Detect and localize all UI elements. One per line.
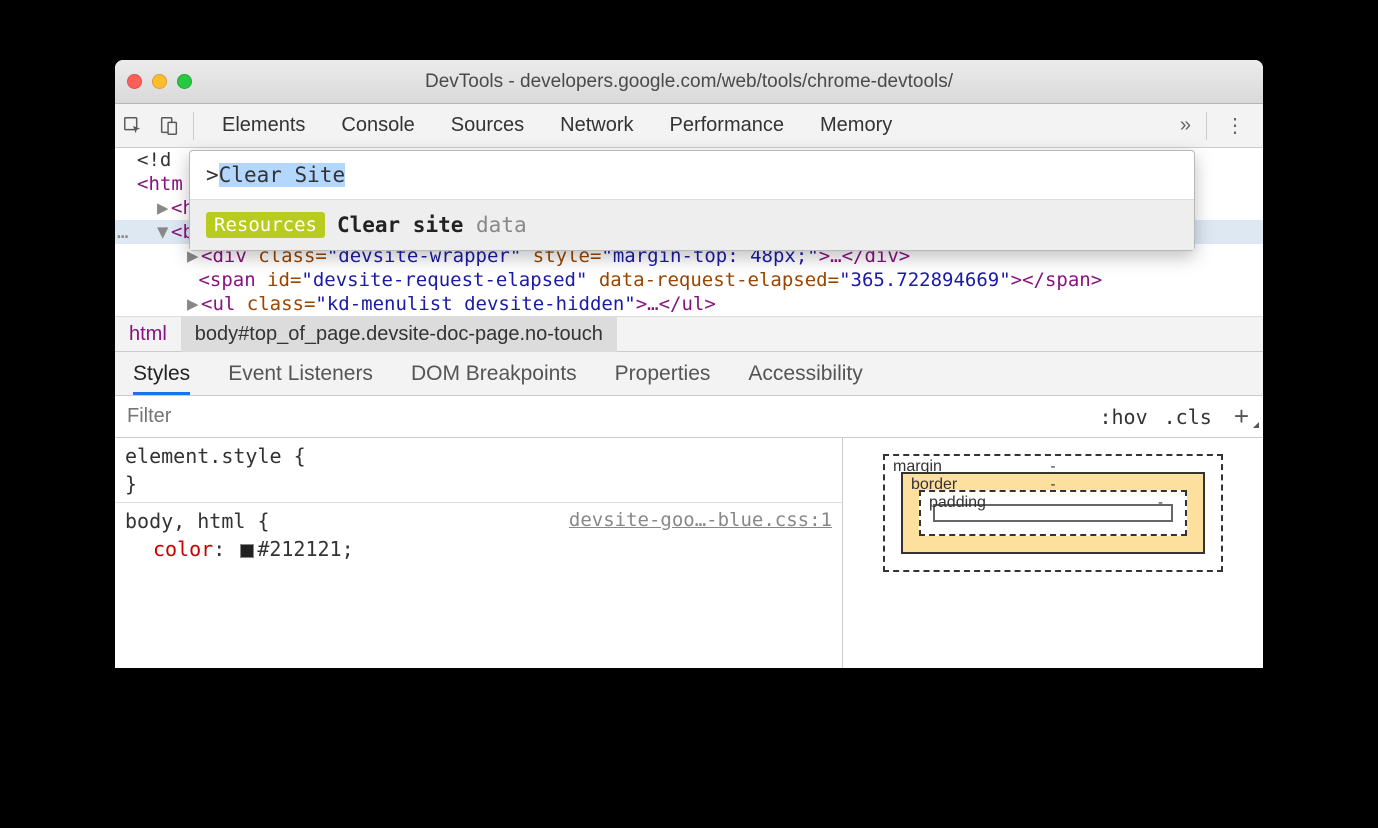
command-match: Clear site — [337, 213, 463, 237]
command-menu: >Clear Site Resources Clear site data — [189, 150, 1195, 251]
tab-sources[interactable]: Sources — [451, 114, 524, 137]
css-property[interactable]: color: #212121; — [125, 535, 832, 563]
styles-subtabs: Styles Event Listeners DOM Breakpoints P… — [115, 352, 1263, 396]
tab-elements[interactable]: Elements — [222, 114, 305, 137]
window-titlebar: DevTools - developers.google.com/web/too… — [115, 60, 1263, 104]
element-style-rule[interactable]: element.style { — [125, 442, 832, 470]
elements-dom-tree[interactable]: >Clear Site Resources Clear site data <!… — [115, 148, 1263, 316]
collapse-icon[interactable]: ▼ — [157, 221, 171, 243]
devtools-menu-icon[interactable]: ⋮ — [1206, 112, 1263, 140]
dom-line[interactable]: <span id="devsite-request-elapsed" data-… — [115, 268, 1263, 292]
tab-list: Elements Console Sources Network Perform… — [200, 114, 892, 137]
styles-rules[interactable]: element.style { } devsite-goo…-blue.css:… — [115, 438, 843, 668]
command-input-text: Clear Site — [219, 163, 345, 187]
expand-icon[interactable]: ▶ — [157, 197, 171, 219]
subtab-styles[interactable]: Styles — [133, 362, 190, 395]
command-menu-result[interactable]: Resources Clear site data — [190, 200, 1194, 250]
color-swatch-icon[interactable] — [240, 544, 254, 558]
toggle-hov-button[interactable]: :hov — [1091, 405, 1155, 429]
dom-line[interactable]: ▶<ul class="kd-menulist devsite-hidden">… — [115, 292, 1263, 316]
box-model: margin - border - padding - — [843, 438, 1263, 668]
subtab-properties[interactable]: Properties — [615, 362, 711, 386]
styles-filter-input[interactable] — [115, 396, 1091, 437]
dom-breadcrumb: html body#top_of_page.devsite-doc-page.n… — [115, 316, 1263, 352]
breadcrumb-html[interactable]: html — [115, 317, 181, 352]
box-model-padding[interactable]: padding - — [919, 490, 1187, 536]
devtools-window: DevTools - developers.google.com/web/too… — [115, 60, 1263, 668]
tab-separator — [193, 112, 194, 140]
tab-performance[interactable]: Performance — [670, 114, 785, 137]
styles-body: element.style { } devsite-goo…-blue.css:… — [115, 438, 1263, 668]
rule-close: } — [125, 470, 832, 498]
main-tab-bar: Elements Console Sources Network Perform… — [115, 104, 1263, 148]
command-menu-input[interactable]: >Clear Site — [190, 151, 1194, 200]
subtab-accessibility[interactable]: Accessibility — [748, 362, 862, 386]
tabs-overflow-icon[interactable]: » — [1162, 114, 1206, 137]
window-title: DevTools - developers.google.com/web/too… — [115, 71, 1263, 93]
tab-memory[interactable]: Memory — [820, 114, 892, 137]
expand-icon[interactable]: ▶ — [187, 293, 201, 315]
box-model-border[interactable]: border - padding - — [901, 472, 1205, 554]
subtab-dom-breakpoints[interactable]: DOM Breakpoints — [411, 362, 577, 386]
close-window-button[interactable] — [127, 74, 142, 89]
styles-toolbar: :hov .cls + — [115, 396, 1263, 438]
css-rule[interactable]: devsite-goo…-blue.css:1 body, html { — [125, 507, 832, 535]
breadcrumb-body[interactable]: body#top_of_page.devsite-doc-page.no-tou… — [181, 317, 617, 352]
toggle-cls-button[interactable]: .cls — [1156, 405, 1220, 429]
command-rest: data — [463, 213, 526, 237]
box-model-margin[interactable]: margin - border - padding - — [883, 454, 1223, 572]
rule-source-link[interactable]: devsite-goo…-blue.css:1 — [569, 509, 832, 531]
command-category-badge: Resources — [206, 212, 325, 238]
new-style-rule-button[interactable]: + — [1220, 401, 1263, 432]
tab-console[interactable]: Console — [341, 114, 414, 137]
fullscreen-window-button[interactable] — [177, 74, 192, 89]
command-prefix: > — [206, 163, 219, 187]
tab-network[interactable]: Network — [560, 114, 633, 137]
minimize-window-button[interactable] — [152, 74, 167, 89]
inspect-element-icon[interactable] — [115, 104, 151, 148]
subtab-event-listeners[interactable]: Event Listeners — [228, 362, 373, 386]
device-toolbar-icon[interactable] — [151, 104, 187, 148]
window-traffic-lights — [127, 74, 192, 89]
